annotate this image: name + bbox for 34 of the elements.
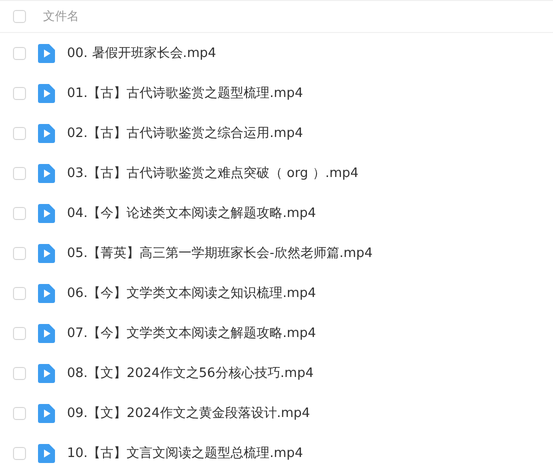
file-name[interactable]: 03.【古】古代诗歌鉴赏之难点突破（ org ）.mp4 [67, 164, 359, 182]
video-file-icon [38, 204, 55, 222]
video-file-icon [38, 444, 55, 462]
checkbox[interactable] [13, 366, 26, 380]
checkbox[interactable] [13, 286, 26, 300]
checkbox[interactable] [13, 46, 26, 60]
video-file-icon [38, 44, 55, 62]
video-file-icon [38, 84, 55, 102]
video-file-icon [38, 164, 55, 182]
checkbox[interactable] [13, 446, 26, 460]
file-name[interactable]: 09.【文】2024作文之黄金段落设计.mp4 [67, 404, 310, 422]
checkbox[interactable] [13, 166, 26, 180]
checkbox[interactable] [13, 246, 26, 260]
file-name[interactable]: 02.【古】古代诗歌鉴赏之综合运用.mp4 [67, 124, 303, 142]
video-file-icon [38, 324, 55, 342]
checkbox[interactable] [13, 10, 26, 23]
file-name[interactable]: 06.【今】文学类文本阅读之知识梳理.mp4 [67, 284, 316, 302]
video-file-icon [38, 364, 55, 382]
video-file-icon [38, 124, 55, 142]
video-file-icon [38, 284, 55, 302]
file-name[interactable]: 05.【菁英】高三第一学期班家长会-欣然老师篇.mp4 [67, 244, 373, 262]
file-name[interactable]: 01.【古】古代诗歌鉴赏之题型梳理.mp4 [67, 84, 303, 102]
video-file-icon [38, 404, 55, 422]
file-name[interactable]: 00. 暑假开班家长会.mp4 [67, 44, 216, 62]
file-name[interactable]: 08.【文】2024作文之56分核心技巧.mp4 [67, 364, 314, 382]
checkbox[interactable] [13, 206, 26, 220]
file-name[interactable]: 10.【古】文言文阅读之题型总梳理.mp4 [67, 444, 303, 462]
file-name[interactable]: 04.【今】论述类文本阅读之解题攻略.mp4 [67, 204, 316, 222]
checkbox[interactable] [13, 406, 26, 420]
checkbox[interactable] [13, 86, 26, 100]
video-file-icon [38, 244, 55, 262]
checkbox[interactable] [13, 126, 26, 140]
checkbox[interactable] [13, 326, 26, 340]
file-name[interactable]: 07.【今】文学类文本阅读之解题攻略.mp4 [67, 324, 316, 342]
